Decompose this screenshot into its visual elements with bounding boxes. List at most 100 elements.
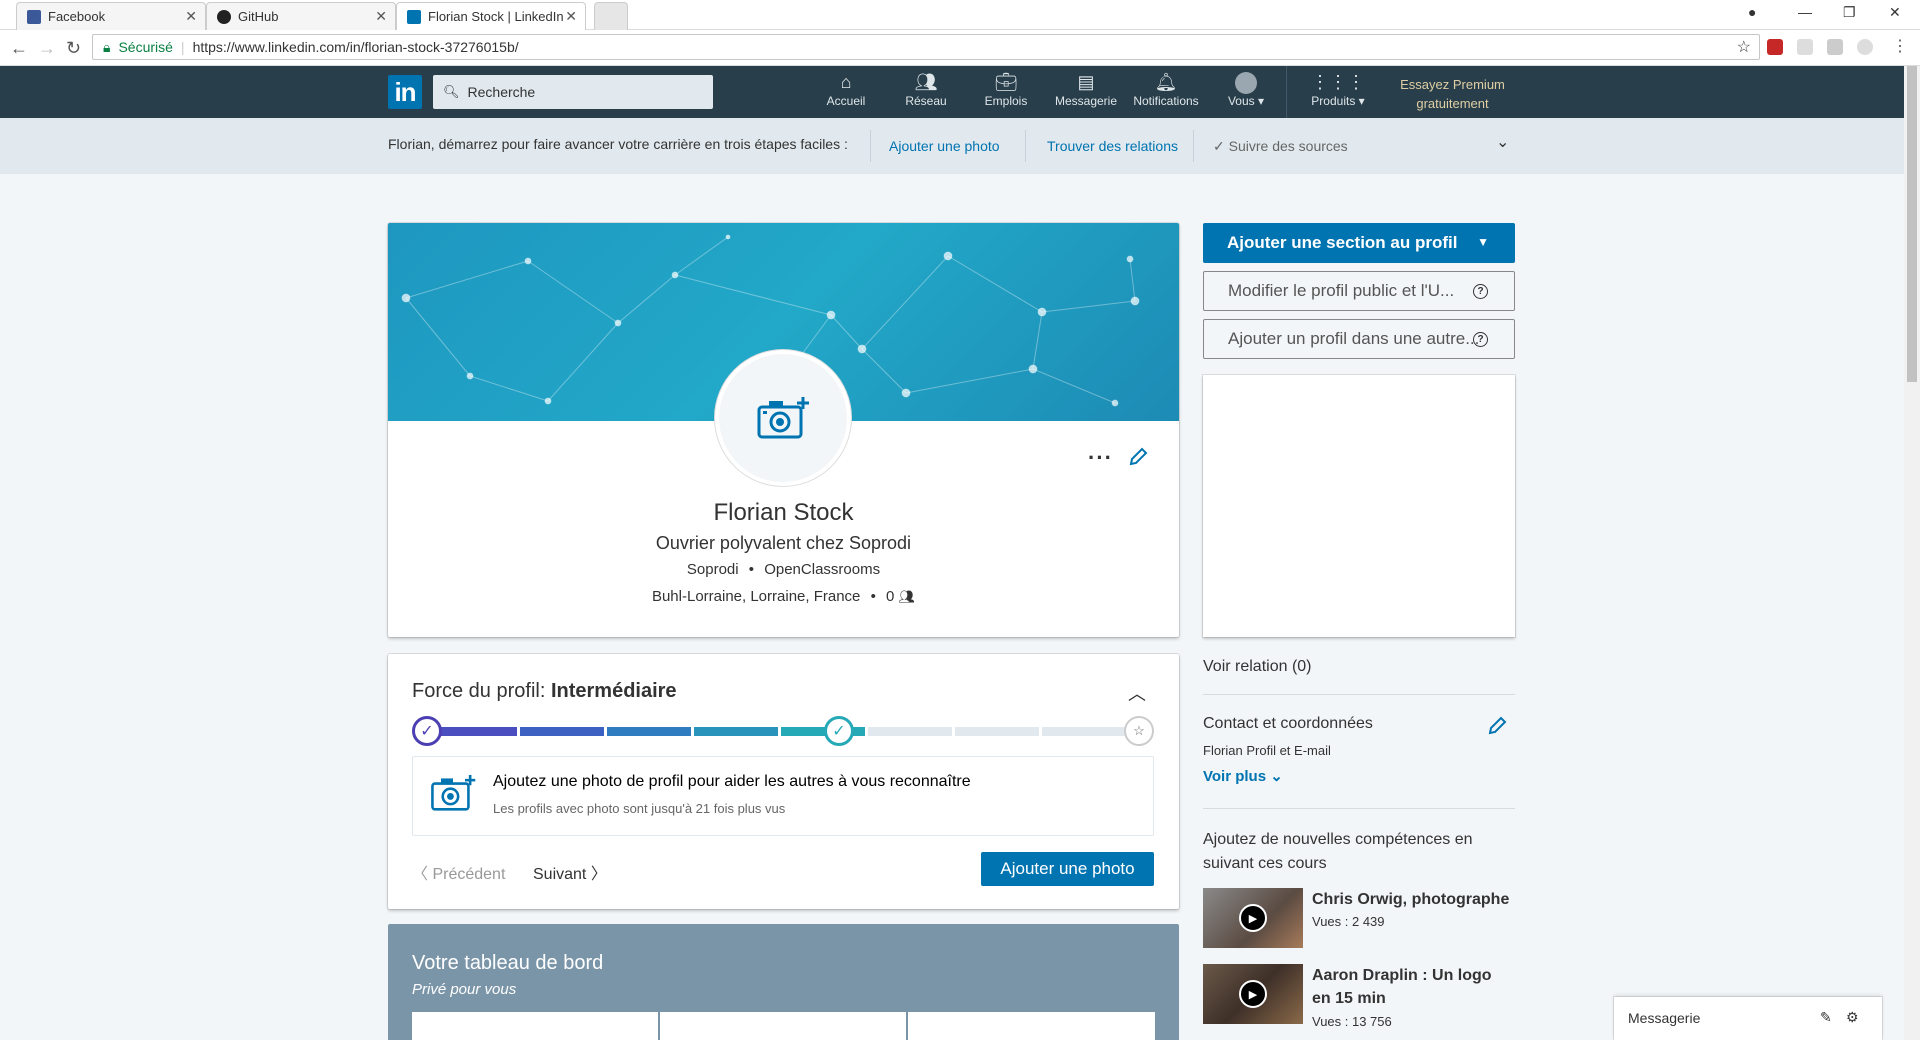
facebook-favicon-icon bbox=[27, 9, 41, 24]
company-link[interactable]: Soprodi bbox=[687, 561, 739, 578]
add-language-profile-button[interactable]: Ajouter un profil dans une autre... ? bbox=[1203, 319, 1515, 359]
scrollbar-thumb[interactable] bbox=[1907, 66, 1917, 382]
school-link[interactable]: OpenClassrooms bbox=[764, 561, 880, 578]
edit-public-profile-button[interactable]: Modifier le profil public et l'U... ? bbox=[1203, 271, 1515, 311]
chevron-up-icon[interactable]: ︿ bbox=[1128, 680, 1146, 706]
profile-photo-placeholder[interactable] bbox=[715, 350, 851, 486]
tab-github[interactable]: GitHub ✕ bbox=[206, 2, 396, 30]
dashboard-tile[interactable] bbox=[908, 1012, 1155, 1040]
course-item[interactable]: ▶ Aaron Draplin : Un logo en 15 min Vues… bbox=[1203, 964, 1515, 1029]
address-bar: ← → ↻ 🔒︎ Sécurisé | https://www.linkedin… bbox=[0, 30, 1920, 66]
nav-products[interactable]: ⋮⋮⋮ Produits ▾ bbox=[1298, 72, 1378, 108]
premium-link[interactable]: Essayez Premium gratuitement bbox=[1390, 75, 1515, 113]
edit-public-label: Modifier le profil public et l'U... bbox=[1228, 281, 1455, 300]
courses-heading: Ajoutez de nouvelles compétences en suiv… bbox=[1203, 831, 1473, 872]
play-icon[interactable]: ▶ bbox=[1239, 980, 1267, 1008]
back-icon[interactable]: ← bbox=[10, 38, 28, 58]
tip-title: Ajoutez une photo de profil pour aider l… bbox=[493, 773, 971, 790]
search-placeholder: Recherche bbox=[467, 84, 536, 100]
profile-company-school: Soprodi • OpenClassrooms bbox=[388, 561, 1179, 578]
reload-icon[interactable]: ↻ bbox=[66, 38, 81, 58]
location-text: Buhl-Lorraine, Lorraine, France bbox=[651, 588, 861, 605]
lock-icon: 🔒︎ bbox=[103, 38, 111, 55]
premium-line-1: Essayez Premium bbox=[1400, 77, 1505, 92]
edit-pencil-icon[interactable] bbox=[1487, 716, 1507, 741]
page-scrollbar[interactable] bbox=[1904, 66, 1920, 1040]
menu-kebab-icon[interactable]: ⋮ bbox=[1892, 36, 1908, 56]
view-connections-link[interactable]: Voir relation (0) bbox=[1203, 658, 1312, 676]
dashboard-tile[interactable] bbox=[412, 1012, 658, 1040]
dashboard-tile[interactable] bbox=[660, 1012, 906, 1040]
close-icon[interactable]: ✕ bbox=[185, 8, 197, 25]
divider bbox=[870, 130, 871, 162]
connections-count[interactable]: 0 bbox=[886, 588, 894, 605]
close-icon[interactable]: ✕ bbox=[565, 8, 577, 25]
previous-button[interactable]: 〈 Précédent bbox=[412, 860, 505, 884]
meter-segment bbox=[607, 727, 691, 736]
restore-icon[interactable]: ❐ bbox=[1843, 4, 1856, 21]
see-more-link[interactable]: Voir plus ⌄ bbox=[1203, 767, 1283, 785]
strength-label: Force du profil: bbox=[412, 680, 546, 702]
forward-icon[interactable]: → bbox=[38, 38, 56, 58]
gear-icon[interactable]: ⚙ bbox=[1846, 1009, 1859, 1026]
minimize-icon[interactable]: — bbox=[1798, 4, 1812, 20]
nav-home[interactable]: ⌂ Accueil bbox=[806, 72, 886, 108]
onboarding-find-connections-link[interactable]: Trouver des relations bbox=[1047, 138, 1178, 154]
add-photo-button[interactable]: Ajouter une photo bbox=[981, 852, 1154, 886]
url-input[interactable]: 🔒︎ Sécurisé | https://www.linkedin.com/i… bbox=[92, 34, 1760, 60]
divider bbox=[1203, 694, 1515, 695]
window-close-icon[interactable]: ✕ bbox=[1889, 4, 1901, 21]
messaging-widget[interactable]: Messagerie ✎ ⚙ bbox=[1614, 997, 1882, 1040]
search-input[interactable]: 🔍︎ Recherche bbox=[433, 75, 713, 109]
course-title[interactable]: Aaron Draplin : Un logo en 15 min bbox=[1312, 964, 1512, 1010]
messaging-label: Messagerie bbox=[1628, 1010, 1701, 1026]
close-icon[interactable]: ✕ bbox=[375, 8, 387, 25]
play-icon[interactable]: ▶ bbox=[1239, 904, 1267, 932]
bullet: • bbox=[870, 588, 876, 605]
extension-icon[interactable] bbox=[1827, 39, 1843, 55]
tab-linkedin[interactable]: Florian Stock | LinkedIn ✕ bbox=[396, 2, 586, 30]
nav-network[interactable]: 👥︎ Réseau bbox=[886, 72, 966, 108]
profile-strength-card: Force du profil: Intermédiaire ︿ ✓ ✓ ☆ A… bbox=[388, 654, 1179, 909]
course-item[interactable]: ▶ Chris Orwig, photographe Vues : 2 439 bbox=[1203, 888, 1515, 948]
url-text: https://www.linkedin.com/in/florian-stoc… bbox=[192, 39, 519, 55]
chevron-down-icon[interactable]: ⌄ bbox=[1496, 132, 1509, 152]
add-section-label: Ajouter une section au profil bbox=[1227, 233, 1458, 252]
course-title[interactable]: Chris Orwig, photographe bbox=[1312, 888, 1512, 911]
nav-me[interactable]: Vous ▾ bbox=[1206, 72, 1286, 108]
bullet: • bbox=[748, 561, 755, 578]
chevron-left-icon: 〈 bbox=[412, 866, 433, 883]
help-icon: ? bbox=[1473, 332, 1488, 347]
add-language-label: Ajouter un profil dans une autre... bbox=[1228, 329, 1480, 348]
extension-icon[interactable] bbox=[1797, 39, 1813, 55]
next-button[interactable]: Suivant 〉 bbox=[533, 860, 607, 884]
add-profile-section-button[interactable]: Ajouter une section au profil ▼ bbox=[1203, 223, 1515, 263]
linkedin-logo[interactable]: in bbox=[388, 75, 422, 109]
nav-jobs[interactable]: 💼︎ Emplois bbox=[966, 72, 1046, 108]
onboarding-follow-sources[interactable]: ✓ Suivre des sources bbox=[1213, 138, 1348, 155]
nav-divider bbox=[1286, 66, 1287, 118]
edit-pencil-icon[interactable] bbox=[1128, 447, 1148, 472]
omnibox-divider: | bbox=[180, 39, 185, 55]
tab-facebook[interactable]: Facebook ✕ bbox=[16, 2, 206, 30]
compose-icon[interactable]: ✎ bbox=[1820, 1009, 1832, 1026]
onboarding-intro: Florian, démarrez pour faire avancer vot… bbox=[388, 136, 848, 152]
tab-label: Florian Stock | LinkedIn bbox=[428, 9, 564, 24]
nav-messaging[interactable]: ▤ Messagerie bbox=[1046, 72, 1126, 108]
new-tab-button[interactable] bbox=[594, 2, 628, 30]
adblock-extension-icon[interactable] bbox=[1767, 39, 1783, 55]
nav-label: Accueil bbox=[826, 94, 866, 108]
nav-notifications[interactable]: 🔔︎ Notifications bbox=[1126, 72, 1206, 108]
help-icon: ? bbox=[1473, 284, 1488, 299]
next-label: Suivant bbox=[533, 866, 587, 883]
onboarding-add-photo-link[interactable]: Ajouter une photo bbox=[889, 138, 1000, 154]
profile-name: Florian Stock bbox=[713, 499, 854, 526]
cloud-extension-icon[interactable] bbox=[1857, 39, 1873, 55]
network-icon: 👥︎ bbox=[914, 72, 938, 92]
connections-icon: 👥︎ bbox=[898, 589, 916, 604]
checkmark-icon: ✓ bbox=[824, 716, 854, 746]
more-actions-icon[interactable]: ··· bbox=[1088, 445, 1113, 471]
bookmark-star-icon[interactable]: ☆ bbox=[1737, 37, 1751, 57]
profile-icon[interactable]: ● bbox=[1748, 4, 1756, 20]
done-step-label: Suivre des sources bbox=[1228, 138, 1348, 154]
